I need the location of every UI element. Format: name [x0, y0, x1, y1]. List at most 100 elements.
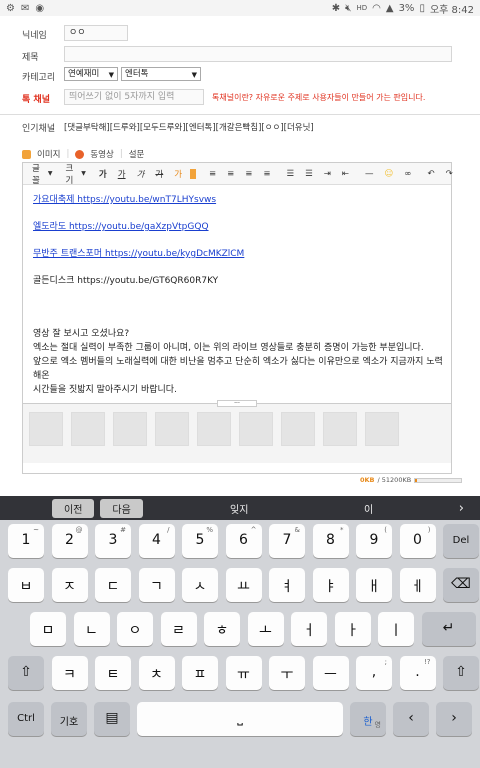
backspace-key[interactable]: ⌫ — [443, 568, 479, 602]
next-button[interactable]: 다음 — [100, 498, 143, 518]
key-hangul[interactable]: ㅊ — [138, 656, 175, 690]
key-hangul[interactable]: ㅏ — [334, 612, 371, 646]
key-3[interactable]: 3 # — [95, 524, 131, 558]
nickname-field[interactable]: ㅇㅇ — [64, 25, 128, 41]
undo-button[interactable]: ↶ — [425, 169, 438, 179]
key-hangul[interactable]: ㅑ — [312, 568, 349, 602]
attach-poll-button[interactable]: 설문 — [129, 148, 145, 160]
outdent-icon[interactable]: ⇤ — [339, 169, 352, 179]
period-key[interactable]: .!? — [399, 656, 436, 690]
key-hangul[interactable]: ㄴ — [73, 612, 110, 646]
key-9[interactable]: 9( — [356, 524, 392, 558]
thumbnail-slot[interactable] — [113, 412, 147, 446]
editor[interactable]: 글꼴 ▼ 크기 ▼ 가 가 가 가 가 ≡ ≡ ≡ ≡ ☰ ☰ ⇥ ⇤ — ☺ ∞ … — [22, 162, 453, 474]
key-hangul[interactable]: ㅅ — [182, 568, 218, 602]
key-hangul[interactable]: ㅋ — [51, 656, 88, 690]
category-select-1[interactable]: 연예재미 ▼ — [64, 67, 118, 81]
emoji-icon[interactable]: ☺ — [382, 169, 397, 179]
shift-key[interactable]: ⇧ — [8, 656, 44, 690]
key-hangul[interactable]: ㅡ — [312, 656, 349, 690]
ctrl-key[interactable]: Ctrl — [8, 702, 44, 736]
highlight-icon[interactable] — [190, 168, 197, 179]
space-key[interactable]: ⎵ — [137, 702, 343, 736]
language-key[interactable]: 한영 — [350, 702, 386, 736]
align-justify-icon[interactable]: ≡ — [260, 169, 273, 179]
content-link[interactable]: 엘도라도 https://youtu.be/gaXzpVtpGQQ — [33, 220, 443, 234]
font-select[interactable]: 글꼴 — [29, 162, 43, 186]
suggestion-word[interactable]: 잊지 — [230, 501, 248, 516]
key-7[interactable]: 7 & — [269, 524, 305, 558]
link-icon[interactable]: ∞ — [401, 169, 414, 179]
key-hangul[interactable]: ㅓ — [291, 612, 327, 646]
thumbnail-slot[interactable] — [29, 412, 63, 446]
suggestion-word[interactable]: 이 — [364, 501, 373, 516]
horizontal-rule-icon[interactable]: — — [362, 169, 377, 179]
thumbnail-slot[interactable] — [155, 412, 189, 446]
title-input[interactable] — [64, 46, 452, 62]
key-4[interactable]: 4/ — [138, 524, 175, 558]
popular-channels[interactable]: [댓글부탁해][드루와][모두드루와][엔터톡][개갈은빡침][ㅇㅇ][더유닛] — [64, 121, 314, 133]
indent-icon[interactable]: ⇥ — [321, 169, 334, 179]
key-hangul[interactable]: ㅎ — [204, 612, 240, 646]
key-hangul[interactable]: ㅁ — [30, 612, 66, 646]
editor-content[interactable]: 가요대축제 https://youtu.be/wnT7LHYsvws 엘도라도 … — [33, 193, 443, 397]
key-hangul[interactable]: ㅐ — [356, 568, 392, 602]
arrow-left-icon[interactable]: ‹ — [393, 702, 429, 736]
key-1[interactable]: 1 ~ — [8, 524, 44, 558]
key-0[interactable]: 0) — [399, 524, 436, 558]
key-5[interactable]: 5% — [182, 524, 218, 558]
shift-key-right[interactable]: ⇧ — [443, 656, 479, 690]
redo-button[interactable]: ↷ — [443, 169, 456, 179]
italic-button[interactable]: 가 — [134, 168, 148, 180]
key-hangul[interactable]: ㅔ — [399, 568, 436, 602]
key-hangul[interactable]: ㅇ — [117, 612, 153, 646]
key-hangul[interactable]: ㅕ — [269, 568, 305, 602]
comma-key[interactable]: ,; — [356, 656, 392, 690]
key-hangul[interactable]: ㄹ — [160, 612, 197, 646]
thumbnail-slot[interactable] — [365, 412, 399, 446]
underline-button[interactable]: 가 — [115, 168, 129, 180]
thumbnail-slot[interactable] — [239, 412, 273, 446]
attach-video-button[interactable]: 동영상 — [90, 148, 113, 160]
thumbnail-slot[interactable] — [197, 412, 231, 446]
content-link[interactable]: 무반주 트랜스포머 https://youtu.be/kygDcMKZlCM — [33, 247, 443, 261]
symbols-key[interactable]: 기호 — [51, 702, 87, 736]
attach-image-button[interactable]: 이미지 — [37, 148, 60, 160]
key-2[interactable]: 2 @ — [51, 524, 88, 558]
key-hangul[interactable]: ㅗ — [247, 612, 284, 646]
thumbnail-slot[interactable] — [323, 412, 357, 446]
unordered-list-icon[interactable]: ☰ — [302, 169, 316, 179]
prev-button[interactable]: 이전 — [52, 498, 95, 518]
bold-button[interactable]: 가 — [96, 168, 110, 180]
strike-button[interactable]: 가 — [152, 168, 166, 180]
thumbnail-slot[interactable] — [281, 412, 315, 446]
text-color-button[interactable]: 가 — [171, 168, 185, 180]
align-right-icon[interactable]: ≡ — [242, 169, 255, 179]
key-hangul[interactable]: ㅣ — [378, 612, 414, 646]
delete-key[interactable]: Del — [443, 524, 479, 558]
key-hangul[interactable]: ㄱ — [138, 568, 175, 602]
key-hangul[interactable]: ㅍ — [182, 656, 218, 690]
key-8[interactable]: 8 * — [312, 524, 349, 558]
resize-handle[interactable]: ··· — [217, 400, 257, 407]
key-hangul[interactable]: ㅈ — [51, 568, 88, 602]
key-hangul[interactable]: ㅌ — [95, 656, 131, 690]
channel-input[interactable]: 띄어쓰기 없이 5자까지 입력 — [64, 89, 204, 105]
ordered-list-icon[interactable]: ☰ — [284, 169, 298, 179]
chevron-right-icon[interactable]: › — [459, 501, 464, 516]
content-link[interactable]: 가요대축제 https://youtu.be/wnT7LHYsvws — [33, 193, 443, 207]
thumbnail-slot[interactable] — [71, 412, 105, 446]
clipboard-icon[interactable]: ▤ — [94, 702, 130, 736]
align-center-icon[interactable]: ≡ — [224, 169, 237, 179]
key-hangul[interactable]: ㅜ — [269, 656, 305, 690]
category-select-2[interactable]: 엔터톡 ▼ — [121, 67, 201, 81]
enter-key[interactable]: ↵ — [421, 612, 476, 646]
align-left-icon[interactable]: ≡ — [206, 169, 219, 179]
key-hangul[interactable]: ㅠ — [225, 656, 262, 690]
key-hangul[interactable]: ㅛ — [225, 568, 262, 602]
key-hangul[interactable]: ㅂ — [8, 568, 44, 602]
size-select[interactable]: 크기 — [62, 162, 76, 186]
key-hangul[interactable]: ㄷ — [95, 568, 131, 602]
key-6[interactable]: 6 ^ — [225, 524, 262, 558]
arrow-right-icon[interactable]: › — [436, 702, 472, 736]
